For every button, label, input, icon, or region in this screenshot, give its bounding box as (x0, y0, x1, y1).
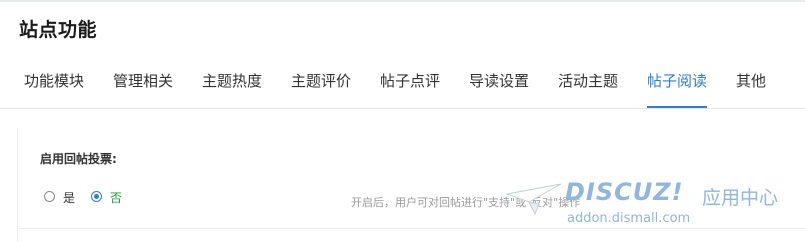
tab-activity-threads[interactable]: 活动主题 (558, 62, 618, 108)
page-title: 站点功能 (19, 19, 98, 41)
tab-post-reading[interactable]: 帖子阅读 (647, 62, 708, 108)
tab-bar: 功能模块 管理相关 主题热度 主题评价 帖子点评 导读设置 活动主题 帖子阅读 … (0, 62, 805, 109)
reply-vote-hint: 开启后，用户可对回帖进行"支持"或"反对"操作 (351, 196, 581, 209)
tab-post-comments[interactable]: 帖子点评 (380, 62, 440, 108)
radio-yes-label[interactable]: 是 (63, 189, 75, 206)
row-divider (18, 228, 805, 229)
radio-no[interactable] (91, 191, 102, 202)
tab-thread-rating[interactable]: 主题评价 (291, 62, 351, 108)
settings-panel: 启用回帖投票: 是 否 开启后，用户可对回帖进行"支持"或"反对"操作 (17, 128, 805, 242)
settings-card: 启用回帖投票: 是 否 开启后，用户可对回帖进行"支持"或"反对"操作 (17, 128, 805, 242)
tab-guide-settings[interactable]: 导读设置 (469, 62, 529, 108)
reply-vote-label: 启用回帖投票: (40, 152, 117, 166)
tab-function-modules[interactable]: 功能模块 (24, 62, 84, 108)
tab-thread-heat[interactable]: 主题热度 (202, 62, 262, 108)
radio-no-label[interactable]: 否 (110, 189, 122, 206)
top-border (0, 0, 805, 2)
radio-yes[interactable] (44, 191, 55, 202)
tab-other[interactable]: 其他 (736, 62, 766, 108)
tab-management[interactable]: 管理相关 (113, 62, 173, 108)
